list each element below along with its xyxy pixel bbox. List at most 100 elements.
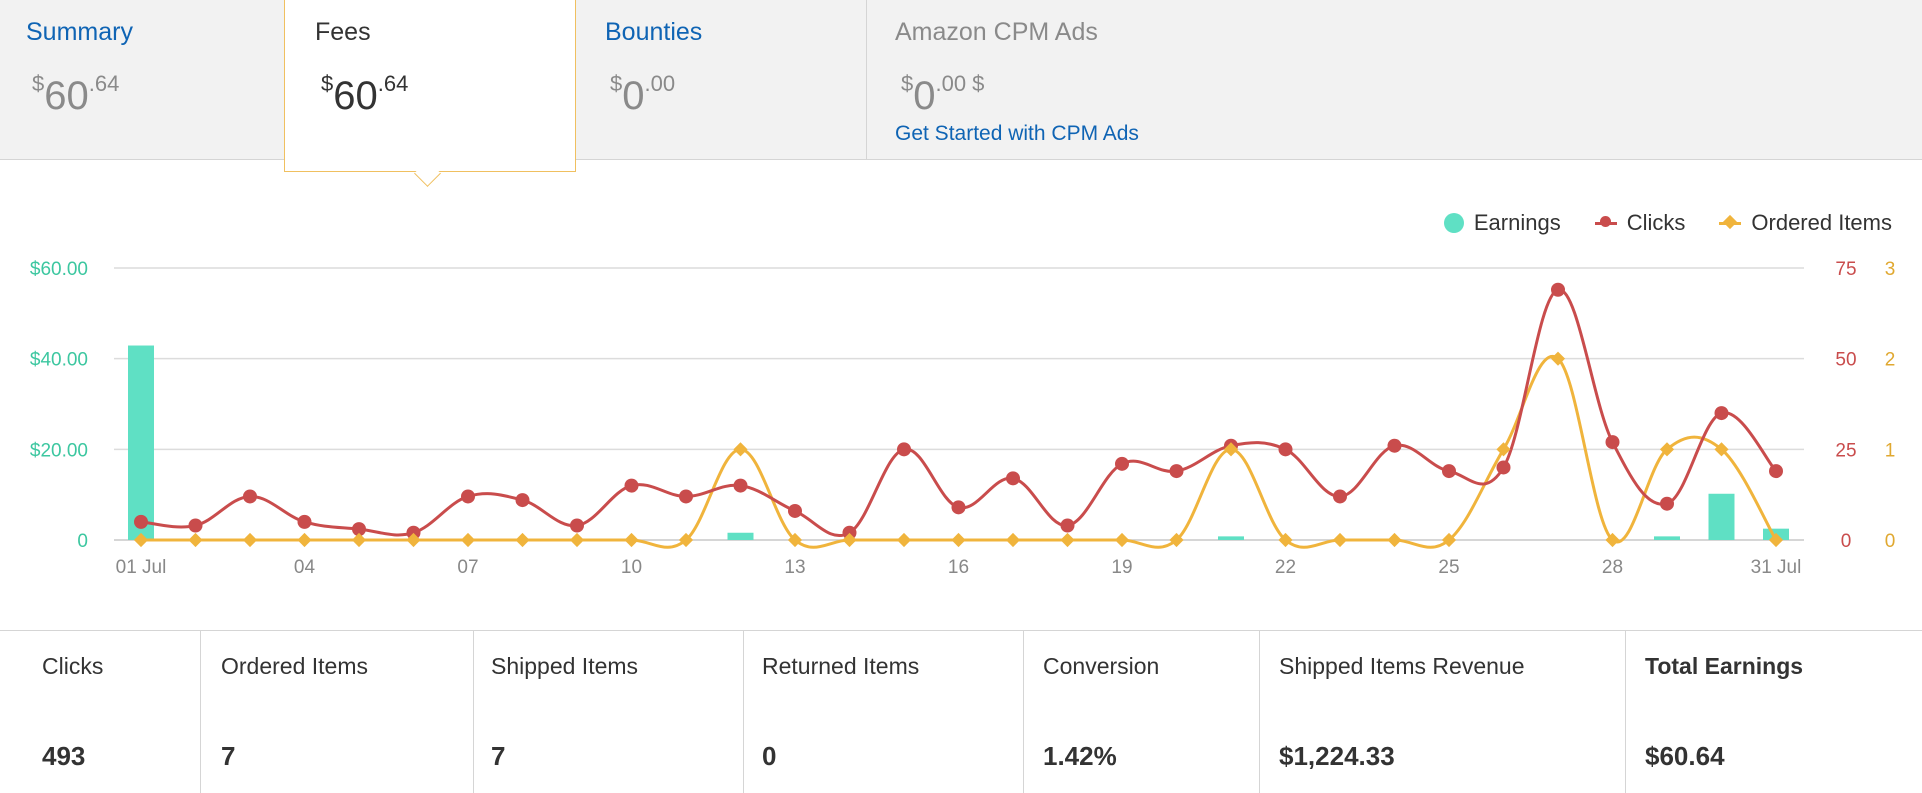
metric-value: 7 — [221, 741, 236, 771]
amount-cents: .64 — [377, 71, 409, 96]
legend-earnings-label: Earnings — [1473, 210, 1561, 235]
clicks-point — [1442, 464, 1456, 479]
currency-symbol: $ — [32, 71, 45, 96]
clicks-point — [1169, 464, 1184, 479]
y-tick-label-ordered-items: 2 — [1885, 350, 1896, 371]
ordered-items-point — [624, 532, 639, 548]
ordered-items-point — [297, 532, 312, 548]
x-tick-label: 07 — [457, 557, 478, 578]
amount-suffix: $ — [972, 71, 985, 96]
metric-returned-items: Returned Items 0 — [743, 631, 1023, 793]
ordered-items-point — [351, 532, 367, 548]
clicks-point — [733, 478, 748, 493]
legend-clicks-swatch — [1594, 215, 1617, 227]
clicks-point — [297, 514, 312, 529]
metric-value: $1,224.33 — [1279, 741, 1395, 771]
y-tick-label-ordered-items: 3 — [1885, 259, 1896, 280]
earnings-tabs: Summary $60.64 Fees $60.64 Bounties $0.0… — [0, 0, 1922, 187]
metric-value: $60.64 — [1645, 741, 1725, 771]
metric-ordered-items: Ordered Items 7 — [200, 631, 473, 793]
y-tick-label-clicks: 0 — [1841, 531, 1852, 552]
tab-fees[interactable]: Fees $60.64 — [284, 0, 576, 187]
legend-earnings[interactable]: Earnings — [1443, 210, 1561, 236]
legend-earnings-swatch — [1443, 213, 1464, 233]
metric-value: 493 — [42, 741, 86, 771]
ordered-items-point — [1060, 532, 1075, 548]
clicks-point — [243, 489, 257, 504]
ordered-items-point — [1387, 532, 1402, 548]
y-tick-label-clicks: 25 — [1835, 440, 1856, 461]
clicks-line — [140, 288, 1778, 537]
metric-shipped-items: Shipped Items 7 — [473, 631, 743, 793]
y-tick-label-earnings: $20.00 — [30, 440, 88, 461]
y-tick-label-earnings: $40.00 — [30, 350, 88, 371]
clicks-point — [188, 518, 203, 533]
ordered-items-line — [141, 354, 1778, 549]
chart-canvas: 0 $20.00 $40.00 $60.00 0 25 50 75 0 1 2 3 01 Jul 04 07… — [30, 259, 1896, 578]
tab-bounties-amount: $0.00 — [610, 62, 675, 118]
clicks-point — [1333, 489, 1347, 504]
metric-label: Total Earnings — [1645, 653, 1804, 679]
get-started-cpm-link[interactable]: Get Started with CPM Ads — [895, 122, 1139, 146]
y-tick-label-clicks: 50 — [1835, 350, 1856, 371]
currency-symbol: $ — [901, 71, 914, 96]
tab-cpm-amount: $0.00 $ — [901, 62, 984, 118]
y-tick-label-clicks: 75 — [1835, 259, 1856, 280]
clicks-point — [1551, 282, 1565, 297]
ordered-items-point — [1005, 532, 1021, 548]
currency-symbol: $ — [321, 71, 334, 96]
metric-label: Ordered Items — [221, 653, 368, 679]
x-tick-label: 01 Jul — [116, 557, 167, 578]
metric-value: 7 — [491, 741, 506, 771]
metric-label: Shipped Items Revenue — [1279, 653, 1525, 679]
tab-bounties[interactable]: Bounties $0.00 — [576, 0, 866, 160]
legend-ordered-items[interactable]: Ordered Items — [1719, 210, 1892, 236]
chart-legend: Earnings Clicks Ordered Items — [1443, 210, 1892, 236]
clicks-point — [897, 442, 911, 457]
legend-ordered-items-label: Ordered Items — [1751, 210, 1892, 235]
metric-total-earnings: Total Earnings $60.64 — [1625, 631, 1922, 793]
earnings-bar — [727, 532, 754, 540]
tab-summary-title[interactable]: Summary — [26, 18, 133, 47]
legend-clicks[interactable]: Clicks — [1594, 210, 1685, 236]
x-tick-label: 22 — [1275, 557, 1296, 578]
x-tick-label: 13 — [784, 557, 805, 578]
tab-amazon-cpm-ads[interactable]: Amazon CPM Ads $0.00 $ Get Started with C… — [866, 0, 1922, 160]
clicks-point — [1115, 456, 1129, 471]
clicks-point — [461, 489, 475, 504]
clicks-point — [679, 489, 693, 504]
tab-fees-amount: $60.64 — [321, 62, 408, 118]
metric-value: 0 — [762, 741, 777, 771]
ordered-items-point — [951, 532, 966, 548]
clicks-point — [951, 500, 966, 515]
clicks-point — [788, 503, 802, 518]
ordered-items-point — [460, 532, 476, 548]
clicks-point — [1660, 496, 1674, 511]
ordered-items-point — [515, 532, 530, 548]
ordered-items-point — [896, 532, 912, 548]
tab-fees-title[interactable]: Fees — [315, 18, 371, 47]
metric-label: Conversion — [1043, 653, 1160, 679]
earnings-bar — [128, 345, 154, 540]
clicks-point — [1769, 464, 1783, 479]
currency-symbol: $ — [610, 71, 623, 96]
tab-cpm-title[interactable]: Amazon CPM Ads — [895, 18, 1098, 47]
clicks-point — [1006, 471, 1020, 486]
earnings-bar — [1218, 536, 1244, 540]
ordered-items-point — [1114, 532, 1130, 548]
metric-label: Shipped Items — [491, 653, 639, 679]
metric-shipped-items-revenue: Shipped Items Revenue $1,224.33 — [1259, 631, 1625, 793]
ordered-items-point — [242, 532, 258, 548]
y-tick-label-ordered-items: 1 — [1885, 440, 1896, 461]
metric-label: Clicks — [42, 653, 104, 679]
clicks-point — [1496, 460, 1511, 475]
amount-cents: .00 — [935, 71, 967, 96]
earnings-chart: 0 $20.00 $40.00 $60.00 0 25 50 75 0 1 2 3 01 Jul 04 07… — [0, 172, 1922, 630]
metric-value: 1.42% — [1043, 741, 1117, 771]
earnings-bar — [1708, 493, 1735, 540]
y-tick-label-ordered-items: 0 — [1885, 531, 1896, 552]
y-tick-label-earnings: $60.00 — [30, 259, 88, 280]
legend-ordered-items-swatch — [1719, 214, 1742, 229]
tab-summary[interactable]: Summary $60.64 — [0, 0, 284, 160]
tab-bounties-title[interactable]: Bounties — [605, 18, 702, 47]
